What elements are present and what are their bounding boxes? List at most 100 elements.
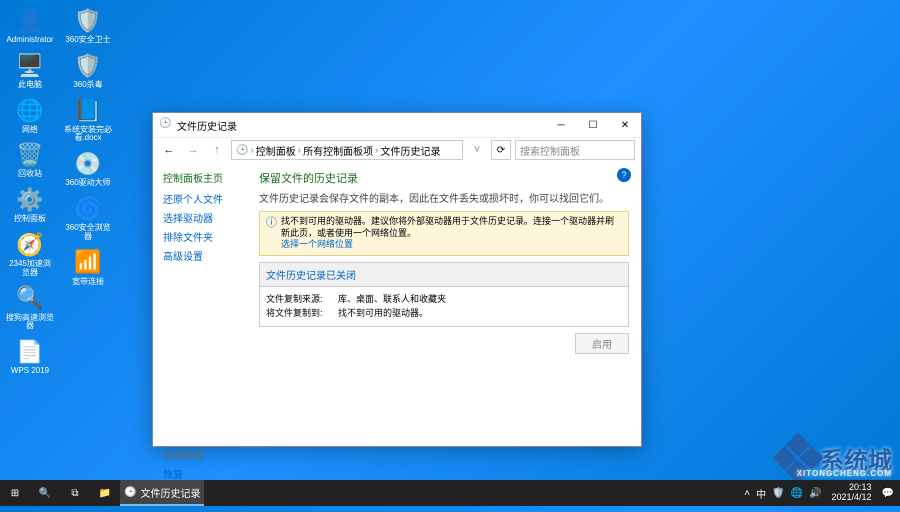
icon-label: 360杀毒 [73,81,102,90]
icon-label: 360安全卫士 [65,36,110,45]
sidebar-recovery[interactable]: 恢复 [163,466,237,481]
desktop-icon[interactable]: 📄WPS 2019 [4,335,56,378]
search-button[interactable]: 🔍 [30,480,60,506]
desktop: 👤Administrator🖥️此电脑🌐网络🗑️回收站⚙️控制面板🧭2345加速… [0,0,900,506]
icon-label: 2345加速浏览器 [6,260,54,278]
tray-shield-icon[interactable]: 🛡️ [770,488,786,499]
desktop-icon[interactable]: 🖥️此电脑 [4,49,56,92]
help-button[interactable]: ? [617,168,631,182]
dest-value: 找不到可用的驱动器。 [338,308,428,318]
back-button[interactable]: ← [159,140,179,160]
file-explorer-button[interactable]: 📁 [90,480,120,506]
icon-label: 宽带连接 [72,278,104,287]
maximize-button[interactable]: ☐ [577,113,609,137]
desktop-icon[interactable]: 🧭2345加速浏览器 [4,228,56,280]
start-button[interactable]: ⊞ [0,480,30,506]
status-box: 文件历史记录已关闭 文件复制来源:库、桌面、联系人和收藏夹 将文件复制到:找不到… [259,262,629,327]
icon-label: Administrator [6,36,53,45]
app-icon: 🛡️ [73,6,103,36]
history-icon: 🕒 [124,487,136,498]
desktop-icon[interactable]: 🛡️360杀毒 [62,49,114,92]
taskbar-app-filehistory[interactable]: 🕒 文件历史记录 [120,480,204,506]
desktop-icon[interactable]: 👤Administrator [4,4,56,47]
titlebar[interactable]: 🕒 文件历史记录 ─ ☐ ✕ [153,113,641,137]
page-description: 文件历史记录会保存文件的副本，因此在文件丢失或损坏时，你可以找回它们。 [259,190,629,205]
app-icon: 🌐 [15,96,45,126]
app-icon: 📄 [15,337,45,367]
tray-ime-icon[interactable]: 中 [754,486,768,501]
icon-label: 回收站 [18,170,42,179]
sidebar-exclude-folders[interactable]: 排除文件夹 [163,229,237,244]
icon-label: 控制面板 [14,215,46,224]
app-icon: 📶 [73,248,103,278]
desktop-icon[interactable]: 🗑️回收站 [4,138,56,181]
tray-notifications-icon[interactable]: 💬 [880,488,896,499]
search-input[interactable]: 搜索控制面板 [515,140,635,160]
taskbar-clock[interactable]: 20:13 2021/4/12 [826,483,878,503]
app-icon: 🧭 [15,230,45,260]
forward-button[interactable]: → [183,140,203,160]
address-bar: ← → ↑ 🕒 › 控制面板 › 所有控制面板项 › 文件历史记录 ˅ ⟳ 搜索… [153,137,641,162]
control-panel-window: 🕒 文件历史记录 ─ ☐ ✕ ← → ↑ 🕒 › 控制面板 › 所有控制面板项 … [152,112,642,447]
history-icon: 🕒 [159,118,173,132]
sidebar-advanced[interactable]: 高级设置 [163,248,237,263]
sidebar-restore-files[interactable]: 还原个人文件 [163,191,237,206]
info-link[interactable]: 选择一个网络位置 [281,239,353,249]
breadcrumb-item[interactable]: 文件历史记录 [380,143,440,158]
watermark: 系统城 XITONGCHENG.COM [780,440,892,476]
app-icon: 💿 [73,149,103,179]
dropdown-button[interactable]: ˅ [467,140,487,160]
desktop-icon[interactable]: 📘系统安装完必看.docx [62,94,114,146]
desktop-icon[interactable]: 📶宽带连接 [62,246,114,289]
icon-label: 系统安装完必看.docx [64,126,112,144]
status-heading: 文件历史记录已关闭 [260,263,628,287]
icon-label: 网络 [22,126,38,135]
sidebar-see-also: 另请参阅 [163,447,237,462]
desktop-icon[interactable]: 🛡️360安全卫士 [62,4,114,47]
dest-label: 将文件复制到: [266,307,338,321]
tray-volume-icon[interactable]: 🔊 [807,488,823,499]
icon-label: 此电脑 [18,81,42,90]
breadcrumb-item[interactable]: 控制面板 [256,143,296,158]
page-heading: 保留文件的历史记录 [259,170,629,186]
app-icon: ⚙️ [15,185,45,215]
info-text: 找不到可用的驱动器。建议你将外部驱动器用于文件历史记录。连接一个驱动器并刷新此页… [281,216,614,238]
app-icon: 👤 [15,6,45,36]
close-button[interactable]: ✕ [609,113,641,137]
tray-up-icon[interactable]: ˄ [742,488,752,499]
desktop-icon[interactable]: ⚙️控制面板 [4,183,56,226]
sidebar-home[interactable]: 控制面板主页 [163,170,237,185]
app-icon: 📘 [73,96,103,126]
app-icon: 🗑️ [15,140,45,170]
desktop-icon[interactable]: 💿360驱动大师 [62,147,114,190]
breadcrumb-item[interactable]: 所有控制面板项 [303,143,373,158]
info-notice: ⓘ 找不到可用的驱动器。建议你将外部驱动器用于文件历史记录。连接一个驱动器并刷新… [259,211,629,256]
tray-network-icon[interactable]: 🌐 [789,488,805,499]
icon-label: 搜狗高速浏览器 [6,314,54,332]
window-title: 文件历史记录 [177,118,237,133]
app-icon: 🔍 [15,284,45,314]
sidebar-select-drive[interactable]: 选择驱动器 [163,210,237,225]
desktop-icon[interactable]: 🌐网络 [4,94,56,137]
icon-label: WPS 2019 [11,367,49,376]
icon-label: 360驱动大师 [65,179,110,188]
icon-label: 360安全浏览器 [64,224,112,242]
sidebar: 控制面板主页 还原个人文件 选择驱动器 排除文件夹 高级设置 另请参阅 恢复 系… [153,162,247,512]
main-content: ? 保留文件的历史记录 文件历史记录会保存文件的副本，因此在文件丢失或损坏时，你… [247,162,641,512]
source-value: 库、桌面、联系人和收藏夹 [338,294,446,304]
app-icon: 🌀 [73,194,103,224]
app-icon: 🛡️ [73,51,103,81]
taskbar: ⊞ 🔍 ⧉ 📁 🕒 文件历史记录 ˄ 中 🛡️ 🌐 🔊 20:13 2021/4… [0,480,900,506]
enable-button[interactable]: 启用 [575,333,629,354]
desktop-icons: 👤Administrator🖥️此电脑🌐网络🗑️回收站⚙️控制面板🧭2345加速… [4,4,114,464]
info-icon: ⓘ [266,216,277,251]
minimize-button[interactable]: ─ [545,113,577,137]
source-label: 文件复制来源: [266,293,338,307]
desktop-icon[interactable]: 🔍搜狗高速浏览器 [4,282,56,334]
task-view-button[interactable]: ⧉ [60,480,90,506]
desktop-icon[interactable]: 🌀360安全浏览器 [62,192,114,244]
up-button[interactable]: ↑ [207,140,227,160]
app-icon: 🖥️ [15,51,45,81]
refresh-button[interactable]: ⟳ [491,140,511,160]
breadcrumb[interactable]: 🕒 › 控制面板 › 所有控制面板项 › 文件历史记录 [231,140,463,160]
